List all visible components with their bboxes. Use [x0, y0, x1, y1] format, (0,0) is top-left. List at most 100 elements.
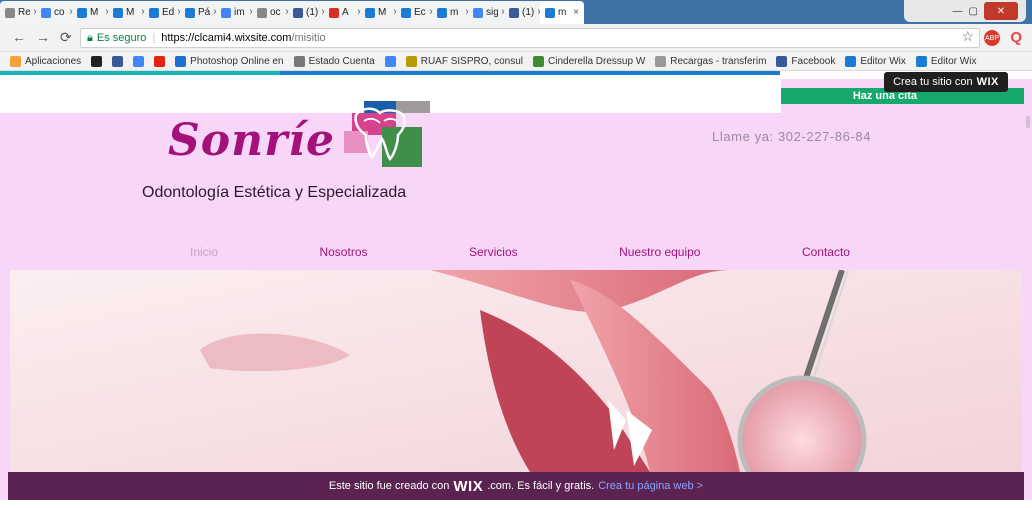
google-icon: [221, 7, 231, 18]
gmail-icon: [329, 7, 339, 18]
wix-icon: [149, 7, 159, 18]
ruaf-icon: [405, 55, 417, 67]
bw-icon: [91, 55, 103, 67]
extension-abp-icon[interactable]: ABP: [984, 30, 1000, 46]
close-window-icon[interactable]: ✕: [984, 2, 1018, 20]
site-logo-text[interactable]: Sonríe: [168, 115, 335, 166]
phone-number[interactable]: Llame ya: 302-227-86-84: [712, 129, 871, 144]
youtube-icon: [154, 55, 166, 67]
wix-logo-icon: WIX: [976, 76, 999, 88]
banner-suffix: .com. Es fácil y gratis.: [487, 480, 595, 492]
bookmark-label: Editor Wix: [930, 55, 977, 67]
bookmark-item[interactable]: Cinderella Dressup W: [533, 55, 646, 67]
wix-logo-icon: WIX: [453, 477, 484, 495]
url-field[interactable]: 🔒︎ Es seguro | https://clcami4.wixsite.c…: [80, 28, 980, 48]
bookmark-label: Cinderella Dressup W: [548, 55, 646, 67]
nav-item[interactable]: Inicio: [190, 245, 218, 263]
minimize-icon[interactable]: —: [953, 6, 963, 17]
wix-icon: [845, 55, 857, 67]
bookmark-label: Estado Cuenta: [308, 55, 375, 67]
doc-icon: [655, 55, 667, 67]
nav-item[interactable]: Nuestro equipo: [619, 245, 700, 263]
bookmark-item[interactable]: Facebook: [776, 55, 836, 67]
bookmarks-bar: Aplicaciones Photoshop Online en Estado Cu…: [0, 52, 1032, 71]
wix-ad-banner: Este sitio fue creado con WIX .com. Es fá…: [8, 472, 1024, 500]
wix-icon: [185, 7, 195, 18]
bookmark-item[interactable]: [133, 55, 145, 67]
bookmark-item[interactable]: RUAF SISPRO, consul: [405, 55, 523, 67]
tab-label: Ec: [414, 7, 426, 18]
tabs: Re×co×M×M×Ed×Pá×im×oc×(1)×A×M×Ec×m×sig×(…: [0, 1, 584, 24]
bookmark-item[interactable]: [112, 55, 124, 67]
bookmark-label: Photoshop Online en: [190, 55, 284, 67]
wix-icon: [437, 7, 447, 18]
reload-icon[interactable]: ⟳: [60, 29, 72, 46]
nav-item[interactable]: Servicios: [469, 245, 518, 263]
nav-item[interactable]: Contacto: [802, 245, 850, 263]
site-nav-menu: Inicio Nosotros Servicios Nuestro equipo Con…: [190, 245, 850, 263]
site-tagline: Odontología Estética y Especializada: [142, 184, 407, 201]
scrollbar-thumb[interactable]: [1026, 116, 1030, 128]
game-icon: [533, 55, 544, 67]
maximize-icon[interactable]: ▢: [969, 6, 978, 17]
strip-blue: [280, 71, 780, 75]
tab-label: A: [342, 7, 349, 18]
wix-icon: [77, 7, 87, 18]
close-tab-icon[interactable]: ×: [573, 7, 579, 18]
apps-icon: [10, 55, 21, 67]
tab-label: M: [378, 7, 387, 18]
bookmark-item[interactable]: Aplicaciones: [10, 55, 82, 67]
bookmark-item[interactable]: Photoshop Online en: [175, 55, 284, 67]
google-icon: [473, 7, 483, 18]
tab-label: Re: [18, 7, 31, 18]
wix-icon: [545, 7, 555, 18]
bookmark-item[interactable]: [384, 55, 396, 67]
banner-prefix: Este sitio fue creado con: [328, 480, 450, 492]
address-bar: ← → ⟳ 🔒︎ Es seguro | https://clcami4.wix…: [0, 24, 1032, 52]
doc-icon: [293, 55, 305, 67]
url-path: /misitio: [291, 32, 326, 44]
url-text: https://clcami4.wixsite.com/misitio: [161, 32, 325, 44]
bookmark-item[interactable]: Estado Cuenta: [293, 55, 375, 67]
wix-create-site-tooltip[interactable]: Crea tu sitio con WIX: [884, 72, 1008, 92]
bookmark-item[interactable]: [154, 55, 166, 67]
strip-teal: [0, 71, 280, 75]
tab-label: M: [126, 7, 135, 18]
tab-label: oc: [270, 7, 281, 18]
page-scrollbar[interactable]: [1024, 113, 1032, 505]
facebook-icon: [509, 7, 519, 18]
secure-indicator[interactable]: 🔒︎ Es seguro: [87, 32, 146, 45]
tab-label: Ed: [162, 7, 175, 18]
divider: |: [152, 32, 156, 44]
bookmark-label: Aplicaciones: [25, 55, 82, 67]
create-site-link[interactable]: Crea tu página web >: [598, 480, 703, 492]
nav-item[interactable]: Nosotros: [319, 245, 367, 263]
tab-label: m: [558, 7, 567, 18]
wix-icon: [113, 7, 123, 18]
lock-icon: 🔒︎: [87, 31, 93, 44]
tab-label: co: [54, 7, 65, 18]
tab-label: (1): [522, 7, 535, 18]
bookmark-star-icon[interactable]: ☆: [961, 28, 974, 45]
bookmark-item[interactable]: Recargas - transferim: [655, 55, 766, 67]
google-icon: [41, 7, 51, 18]
bookmark-item[interactable]: [91, 55, 103, 67]
back-icon[interactable]: ←: [12, 29, 26, 46]
wix-top-strip: [0, 71, 1032, 79]
google-icon: [133, 55, 145, 67]
bookmark-item[interactable]: Editor Wix: [915, 55, 977, 67]
forward-icon[interactable]: →: [36, 29, 50, 46]
bookmark-label: RUAF SISPRO, consul: [420, 55, 523, 67]
bookmark-item[interactable]: Editor Wix: [845, 55, 906, 67]
extension-icon[interactable]: Q: [1010, 29, 1022, 46]
bottom-strip: [0, 500, 1032, 508]
doc-icon: [5, 7, 15, 18]
hero-smile-image: [10, 270, 1022, 472]
browser-tab[interactable]: m×: [540, 1, 584, 24]
tab-label: Pá: [198, 7, 211, 18]
bookmark-label: Facebook: [791, 55, 836, 67]
tooltip-text: Crea tu sitio con: [893, 76, 973, 88]
facebook-icon: [776, 55, 788, 67]
wix-icon: [915, 55, 927, 67]
facebook-icon: [293, 7, 303, 18]
